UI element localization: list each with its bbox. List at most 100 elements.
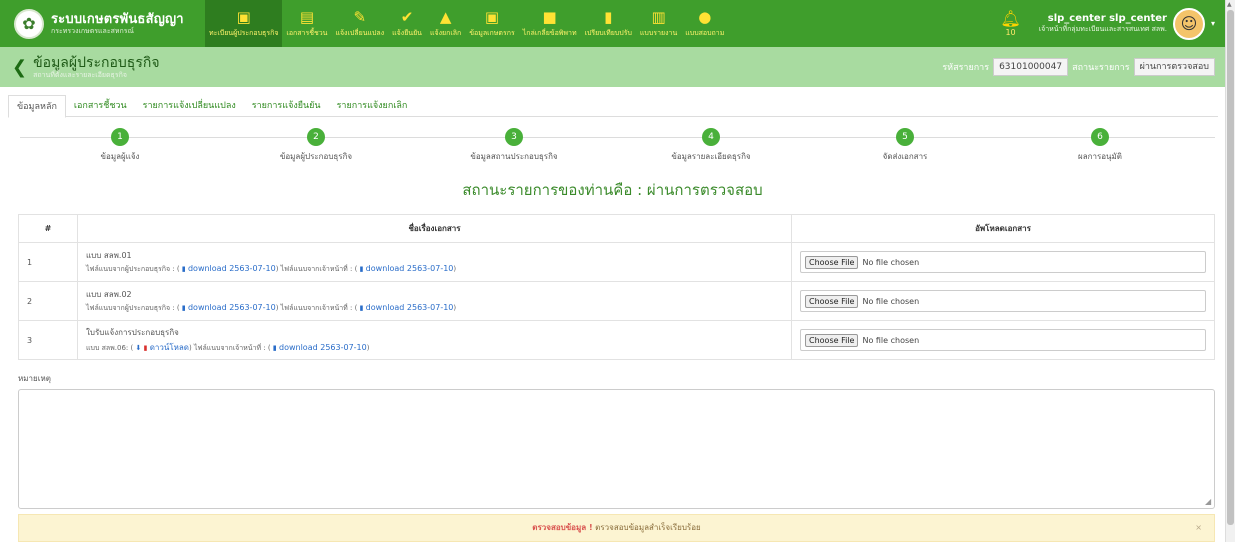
choose-file-button[interactable]: Choose File — [805, 294, 859, 308]
choose-file-button[interactable]: Choose File — [805, 255, 859, 269]
table-row: 2 แบบ สลพ.02 ไฟล์แนบจากผู้ประกอบธุรกิจ :… — [18, 281, 1215, 321]
document-cell: ใบรับแจ้งการประกอบธุรกิจ แบบ สลพ.06: ( ⬇… — [77, 320, 792, 360]
business-file-label: ไฟล์แนบจากผู้ประกอบธุรกิจ : ( — [86, 304, 180, 312]
nav-item-farmer-data[interactable]: ▣ ข้อมูลเกษตรกร — [465, 0, 518, 47]
notification-bell[interactable]: 🔔︎ 10 — [1000, 9, 1021, 38]
avatar[interactable]: ☺ — [1172, 7, 1205, 40]
document-title: แบบ สลพ.02 — [86, 290, 132, 299]
nav-label: ข้อมูลเกษตรกร — [469, 29, 515, 37]
chat-icon: ■ — [542, 8, 557, 26]
alert-strong: ตรวจสอบข้อมูล ! — [532, 523, 593, 532]
nav-item-fine-settlement[interactable]: ▮ เปรียบเทียบปรับ — [581, 0, 636, 47]
brand[interactable]: ✿ ระบบเกษตรพันธสัญญา กระทรวงเกษตรและสหกร… — [0, 8, 205, 39]
reference-code-label: รหัสรายการ — [942, 63, 990, 73]
step-label: ผลการอนุมัติ — [1078, 152, 1122, 161]
column-header-num: # — [18, 214, 78, 243]
file-upload-input[interactable]: Choose File No file chosen — [800, 329, 1206, 351]
scrollbar-thumb[interactable] — [1227, 10, 1234, 525]
id-card-icon: ▣ — [484, 8, 500, 26]
nav-label: ไกล่เกลี่ยข้อพิพาท — [522, 29, 577, 37]
staff-file-label: ) ไฟล์แนบจากเจ้าหน้าที่ : ( — [189, 344, 271, 352]
chevron-down-icon[interactable]: ▾ — [1211, 19, 1215, 28]
page-subtitle: สถานที่ตั้งและรายละเอียดธุรกิจ — [33, 70, 127, 79]
no-file-text: No file chosen — [862, 257, 920, 267]
table-row: 1 แบบ สลพ.01 ไฟล์แนบจากผู้ประกอบธุรกิจ :… — [18, 242, 1215, 282]
brand-title: ระบบเกษตรพันธสัญญา — [51, 11, 184, 27]
file-icon: ▮ — [604, 8, 613, 26]
choose-file-button[interactable]: Choose File — [805, 333, 859, 347]
staff-download-link[interactable]: download 2563-07-10 — [366, 264, 454, 273]
close-icon[interactable]: × — [1195, 515, 1202, 541]
nav-item-dispute-mediation[interactable]: ■ ไกล่เกลี่ยข้อพิพาท — [519, 0, 581, 47]
upload-cell: Choose File No file chosen — [791, 281, 1215, 321]
step-label: ข้อมูลผู้ประกอบธุรกิจ — [279, 152, 353, 161]
closing-paren: ) — [453, 265, 457, 273]
back-arrow-icon[interactable]: ❮ — [12, 57, 27, 78]
success-alert: ตรวจสอบข้อมูล ! ตรวจสอบข้อมูลสำเร็จเรียบ… — [18, 514, 1215, 542]
nav-item-reports[interactable]: ▥ แบบรายงาน — [636, 0, 681, 47]
check-circle-icon: ✔ — [400, 8, 414, 26]
page-scrollbar[interactable]: ▲ — [1225, 0, 1235, 542]
nav-item-business-registration[interactable]: ▣ ทะเบียนผู้ประกอบธุรกิจ — [205, 0, 283, 47]
scroll-up-icon[interactable]: ▲ — [1227, 1, 1232, 8]
step-number: 4 — [702, 128, 720, 146]
column-header-upload: อัพโหลดเอกสาร — [791, 214, 1215, 243]
documents-table: # ชื่อเรื่องเอกสาร อัพโหลดเอกสาร 1 แบบ ส… — [18, 214, 1215, 360]
file-icon: ▮ — [181, 304, 186, 312]
tab-change-requests[interactable]: รายการแจ้งเปลี่ยนแปลง — [135, 95, 244, 116]
nav-label: แจ้งยกเลิก — [429, 29, 462, 37]
download-icon[interactable]: ⬇ — [135, 344, 141, 352]
remark-textarea[interactable] — [18, 389, 1215, 509]
progress-stepper: 1 ข้อมูลผู้แจ้ง 2 ข้อมูลผู้ประกอบธุรกิจ … — [20, 128, 1215, 168]
nav-label: เปรียบเทียบปรับ — [584, 29, 632, 37]
step-label: ข้อมูลรายละเอียดธุรกิจ — [671, 152, 751, 161]
page-title: ข้อมูลผู้ประกอบธุรกิจ — [33, 54, 160, 71]
step-number: 5 — [896, 128, 914, 146]
brand-subtitle: กระทรวงเกษตรและสหกรณ์ — [51, 26, 134, 35]
document-title: แบบ สลพ.01 — [86, 251, 132, 260]
document-cell: แบบ สลพ.01 ไฟล์แนบจากผู้ประกอบธุรกิจ : (… — [77, 242, 792, 282]
bell-icon: 🔔︎ — [1000, 9, 1021, 28]
tab-bar: ข้อมูลหลัก เอกสารชี้ชวน รายการแจ้งเปลี่ย… — [8, 95, 1218, 118]
tab-cancellations[interactable]: รายการแจ้งยกเลิก — [329, 95, 416, 116]
staff-download-link[interactable]: download 2563-07-10 — [366, 303, 454, 312]
staff-download-link[interactable]: download 2563-07-10 — [279, 343, 367, 352]
nav-label: แจ้งยืนยัน — [392, 29, 422, 37]
status-message: สถานะรายการของท่านคือ : ผ่านการตรวจสอบ — [462, 181, 763, 199]
upload-cell: Choose File No file chosen — [791, 242, 1215, 282]
business-file-label: ไฟล์แนบจากผู้ประกอบธุรกิจ : ( — [86, 265, 180, 273]
staff-file-label: ) ไฟล์แนบจากเจ้าหน้าที่ : ( — [275, 265, 358, 273]
business-download-link[interactable]: download 2563-07-10 — [188, 264, 276, 273]
nav-item-notify-cancel[interactable]: ▲ แจ้งยกเลิก — [426, 0, 465, 47]
page-header: ❮ ข้อมูลผู้ประกอบธุรกิจ สถานที่ตั้งและรา… — [0, 47, 1225, 87]
no-file-text: No file chosen — [862, 296, 920, 306]
form-file-label: แบบ สลพ.06: ( — [86, 344, 134, 352]
reference-code-value: 63101000047 — [993, 58, 1069, 76]
form-download-link[interactable]: ดาวน์โหลด — [150, 343, 189, 352]
business-download-link[interactable]: download 2563-07-10 — [188, 303, 276, 312]
step-label: จัดส่งเอกสาร — [882, 152, 928, 161]
file-upload-input[interactable]: Choose File No file chosen — [800, 251, 1206, 273]
nav-item-notify-change[interactable]: ✎ แจ้งเปลี่ยนแปลง — [331, 0, 388, 47]
tab-confirmations[interactable]: รายการแจ้งยืนยัน — [244, 95, 329, 116]
document-icon: ▤ — [299, 8, 315, 26]
row-number: 1 — [18, 242, 78, 282]
file-upload-input[interactable]: Choose File No file chosen — [800, 290, 1206, 312]
pdf-icon: ▮ — [143, 344, 148, 352]
nav-label: แจ้งเปลี่ยนแปลง — [335, 29, 385, 37]
reference-status-label: สถานะรายการ — [1072, 63, 1130, 73]
closing-paren: ) — [453, 304, 457, 312]
step: 2 ข้อมูลผู้ประกอบธุรกิจ — [236, 128, 396, 163]
nav-item-questionnaire[interactable]: ● แบบสอบถาม — [681, 0, 728, 47]
no-file-text: No file chosen — [862, 335, 920, 345]
user-info[interactable]: slp_center slp_center เจ้าหน้าที่กลุ่มทะ… — [1039, 13, 1167, 35]
nav-item-prospectus[interactable]: ▤ เอกสารชี้ชวน — [282, 0, 331, 47]
document-cell: แบบ สลพ.02 ไฟล์แนบจากผู้ประกอบธุรกิจ : (… — [77, 281, 792, 321]
row-number: 2 — [18, 281, 78, 321]
step-number: 3 — [505, 128, 523, 146]
tab-main-info[interactable]: ข้อมูลหลัก — [8, 95, 66, 118]
staff-file-label: ) ไฟล์แนบจากเจ้าหน้าที่ : ( — [275, 304, 358, 312]
nav-item-notify-confirm[interactable]: ✔ แจ้งยืนยัน — [388, 0, 426, 47]
step: 3 ข้อมูลสถานประกอบธุรกิจ — [434, 128, 594, 163]
tab-prospectus[interactable]: เอกสารชี้ชวน — [66, 95, 135, 116]
